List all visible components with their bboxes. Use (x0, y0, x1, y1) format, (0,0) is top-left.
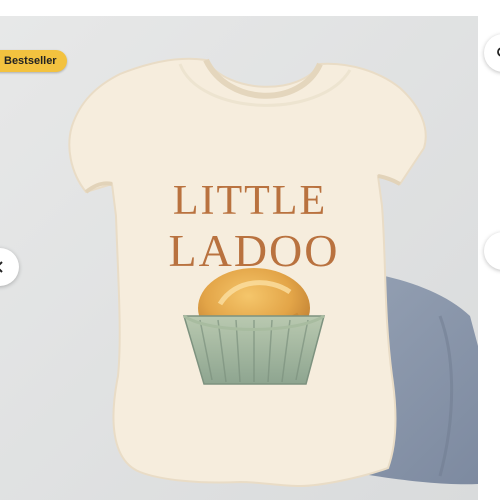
chevron-right-icon (496, 244, 500, 258)
product-photo: LITTLE LADOO (0, 16, 478, 500)
top-strip (0, 0, 500, 16)
next-image-button[interactable] (484, 232, 500, 270)
bestseller-badge: Bestseller (0, 50, 67, 72)
search-icon (497, 47, 500, 57)
product-image[interactable]: LITTLE LADOO Bestseller (0, 16, 478, 500)
print-line-1: LITTLE (173, 178, 327, 224)
chevron-left-icon (0, 261, 3, 273)
search-image-button[interactable] (484, 34, 500, 72)
